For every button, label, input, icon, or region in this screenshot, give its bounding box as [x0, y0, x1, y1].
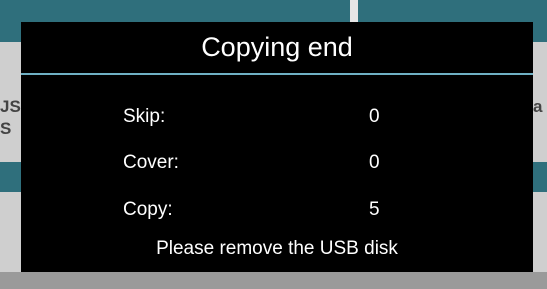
background-text-left: JS S: [0, 97, 21, 138]
background-bottom-strip: [0, 272, 547, 289]
stat-label-cover: Cover:: [123, 152, 179, 173]
remove-usb-message: Please remove the USB disk: [156, 238, 398, 259]
stat-value-skip: 0: [369, 106, 380, 127]
stat-row-skip: Skip: 0: [21, 102, 533, 132]
stat-label-skip: Skip:: [123, 106, 166, 127]
stat-label-copy: Copy:: [123, 199, 173, 220]
dialog-divider: [21, 73, 533, 75]
stat-value-cover: 0: [369, 152, 380, 173]
copying-end-dialog: Copying end Skip: 0 Cover: 0 Copy: 5 Ple…: [21, 22, 533, 272]
background-text-right: a: [533, 97, 543, 116]
stat-row-copy: Copy: 5: [21, 195, 533, 225]
stat-value-copy: 5: [369, 199, 380, 220]
dialog-title: Copying end: [201, 32, 353, 62]
stat-row-cover: Cover: 0: [21, 148, 533, 178]
